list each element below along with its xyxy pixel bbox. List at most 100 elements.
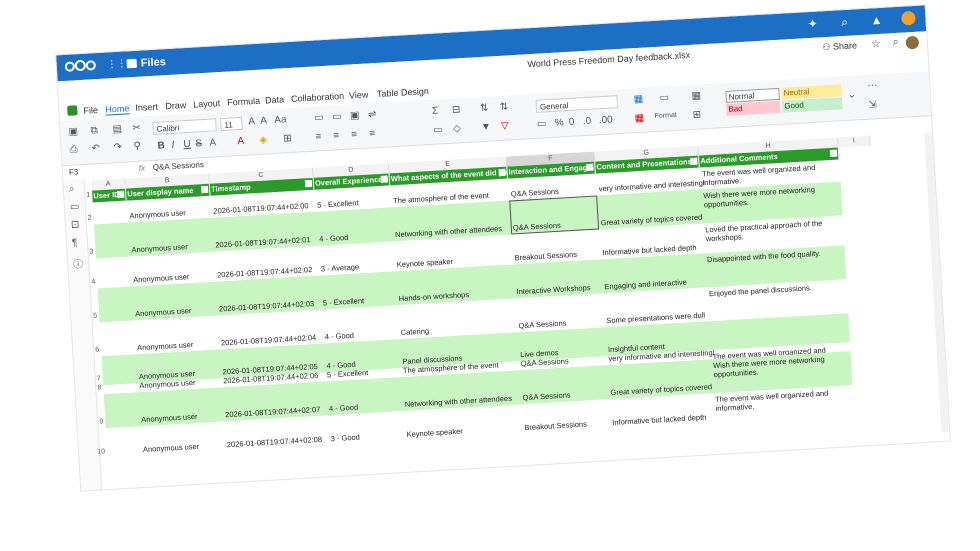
sort-descending-icon[interactable]: ⇅ [500, 101, 509, 112]
sidebar-toggle-icon[interactable]: ⋯ [867, 80, 878, 92]
share-button[interactable]: ⚇ Share [822, 40, 857, 53]
row-number[interactable]: 3 [77, 249, 93, 257]
orientation-icon[interactable]: ⇌ [368, 109, 377, 120]
spreadsheet-grid[interactable]: A B C D E F G H I User ID User display n… [86, 135, 887, 480]
format-label[interactable]: Format [654, 112, 677, 120]
cell-d[interactable]: 3 - Average [321, 262, 360, 273]
menu-file[interactable]: File [83, 105, 98, 116]
grow-font-icon[interactable]: A [248, 116, 255, 127]
filter-icon[interactable]: ▼ [481, 122, 492, 134]
search-icon[interactable]: ⌕ [837, 15, 852, 30]
menu-data[interactable]: Data [265, 94, 285, 105]
italic-icon[interactable]: I [171, 140, 174, 151]
font-color-icon[interactable]: A [209, 137, 216, 148]
menu-insert[interactable]: Insert [135, 102, 158, 113]
row-number[interactable]: 4 [79, 279, 95, 287]
filter-dropdown-icon[interactable] [586, 163, 594, 172]
row-number[interactable]: 7 [85, 375, 101, 383]
clone-format-icon[interactable]: ⚲ [133, 141, 141, 152]
expand-toolbar-icon[interactable]: ⇲ [868, 99, 877, 110]
user-avatar[interactable] [901, 10, 916, 26]
fill-color-icon[interactable]: ◈ [259, 134, 267, 145]
clear-filter-icon[interactable]: ▽ [501, 120, 509, 131]
styles-icon[interactable]: ¶ [72, 238, 78, 249]
info-icon[interactable]: ⓘ [73, 255, 84, 271]
cell-d[interactable]: 3 - Good [330, 433, 360, 444]
filter-dropdown-icon[interactable] [829, 149, 838, 158]
menu-layout[interactable]: Layout [193, 98, 221, 110]
cell-b[interactable]: Anonymous user [137, 340, 194, 352]
cell-d[interactable]: 4 - Good [325, 331, 355, 342]
styles-expand-icon[interactable]: ⌄ [847, 89, 856, 100]
change-case-icon[interactable]: Aa [274, 114, 287, 126]
cell-g[interactable]: Informative but lacked depth [612, 413, 707, 427]
cell-f[interactable]: Q&A Sessions [518, 318, 566, 330]
collaborator-avatar[interactable] [905, 35, 920, 50]
remove-decimal-icon[interactable]: .00 [599, 114, 614, 126]
underline-icon[interactable]: U [183, 139, 191, 150]
filter-dropdown-icon[interactable] [380, 175, 389, 183]
cell-d[interactable]: 5 - Excellent [317, 198, 359, 209]
autosum-icon[interactable]: Σ [432, 106, 439, 117]
cell-b[interactable]: Anonymous user [143, 442, 200, 454]
number-icon[interactable]: 0 [569, 117, 575, 128]
wrap-text-icon[interactable]: ▭ [332, 111, 342, 123]
undo-icon[interactable]: ↶ [91, 143, 100, 154]
bold-icon[interactable]: B [157, 140, 165, 151]
menu-collaboration[interactable]: Collaboration [291, 91, 345, 104]
filter-dropdown-icon[interactable] [690, 157, 698, 166]
shrink-font-icon[interactable]: A [260, 115, 267, 126]
cut-icon[interactable]: ✂ [132, 123, 141, 134]
assistant-icon[interactable]: ✦ [805, 16, 820, 32]
column-header-i[interactable]: I [838, 135, 871, 148]
cell-f[interactable]: Q&A Sessions [520, 356, 568, 368]
cell-e[interactable]: Catering [400, 326, 429, 337]
cell-b[interactable]: Anonymous user [133, 272, 190, 284]
filter-dropdown-icon[interactable] [117, 190, 125, 199]
row-number[interactable]: 10 [89, 448, 105, 456]
row-number[interactable]: 2 [75, 215, 91, 223]
row-number[interactable]: 1 [74, 192, 90, 200]
number-format-select[interactable]: General [535, 95, 619, 113]
merge-cells-icon[interactable]: ▭ [314, 112, 324, 124]
star-icon[interactable]: ☆ [871, 37, 882, 51]
menu-view[interactable]: View [349, 90, 369, 101]
filter-dropdown-icon[interactable] [200, 185, 209, 194]
center-icon[interactable]: ▣ [350, 110, 360, 122]
align-right-icon[interactable]: ≡ [351, 129, 357, 140]
row-number[interactable]: 5 [81, 312, 97, 320]
cell-d[interactable]: 4 - Good [329, 403, 359, 414]
align-left-icon[interactable]: ≡ [315, 131, 321, 142]
cell-c[interactable]: 2026-01-08T19:07:44+02:08 [227, 435, 323, 449]
cell-d[interactable]: 4 - Good [319, 233, 349, 244]
cell-b[interactable]: Anonymous user [139, 378, 196, 390]
format-as-table-icon[interactable]: ▭ [659, 92, 669, 104]
cell-d[interactable]: 5 - Excellent [327, 368, 369, 379]
cell-e[interactable]: Keynote speaker [397, 257, 454, 269]
selected-cell-f3[interactable] [509, 195, 600, 235]
borders-icon[interactable]: ⊞ [283, 133, 292, 144]
justify-icon[interactable]: ≡ [369, 128, 375, 139]
filter-dropdown-icon[interactable] [498, 168, 506, 177]
copy-icon[interactable]: ⧉ [90, 125, 98, 136]
redo-icon[interactable]: ↷ [113, 142, 122, 153]
style-good[interactable]: Good [781, 97, 843, 113]
menu-draw[interactable]: Draw [165, 100, 187, 111]
print-icon[interactable]: ⎙ [69, 144, 78, 155]
highlight-color-icon[interactable]: A [237, 136, 244, 147]
name-box[interactable]: F3 [69, 167, 79, 177]
menu-table-design[interactable]: Table Design [377, 86, 430, 99]
insert-shape-icon[interactable]: ▭ [433, 124, 443, 136]
percent-icon[interactable]: % [555, 117, 565, 128]
currency-icon[interactable]: ▭ [537, 118, 547, 130]
cell-f[interactable]: Breakout Sessions [524, 419, 587, 432]
vertical-scrollbar[interactable] [924, 132, 950, 433]
save-icon[interactable]: ▣ [68, 126, 78, 138]
paste-icon[interactable]: ▤ [112, 124, 122, 136]
font-size-select[interactable]: 11 [220, 116, 243, 132]
nextcloud-logo-icon[interactable] [64, 59, 97, 74]
function-wizard-icon[interactable]: fx [139, 163, 146, 172]
header-user-id[interactable]: User ID [92, 188, 127, 203]
grid-icon[interactable]: ⊞ [692, 109, 701, 120]
apps-grid-icon[interactable]: ⋮⋮ [106, 58, 127, 70]
